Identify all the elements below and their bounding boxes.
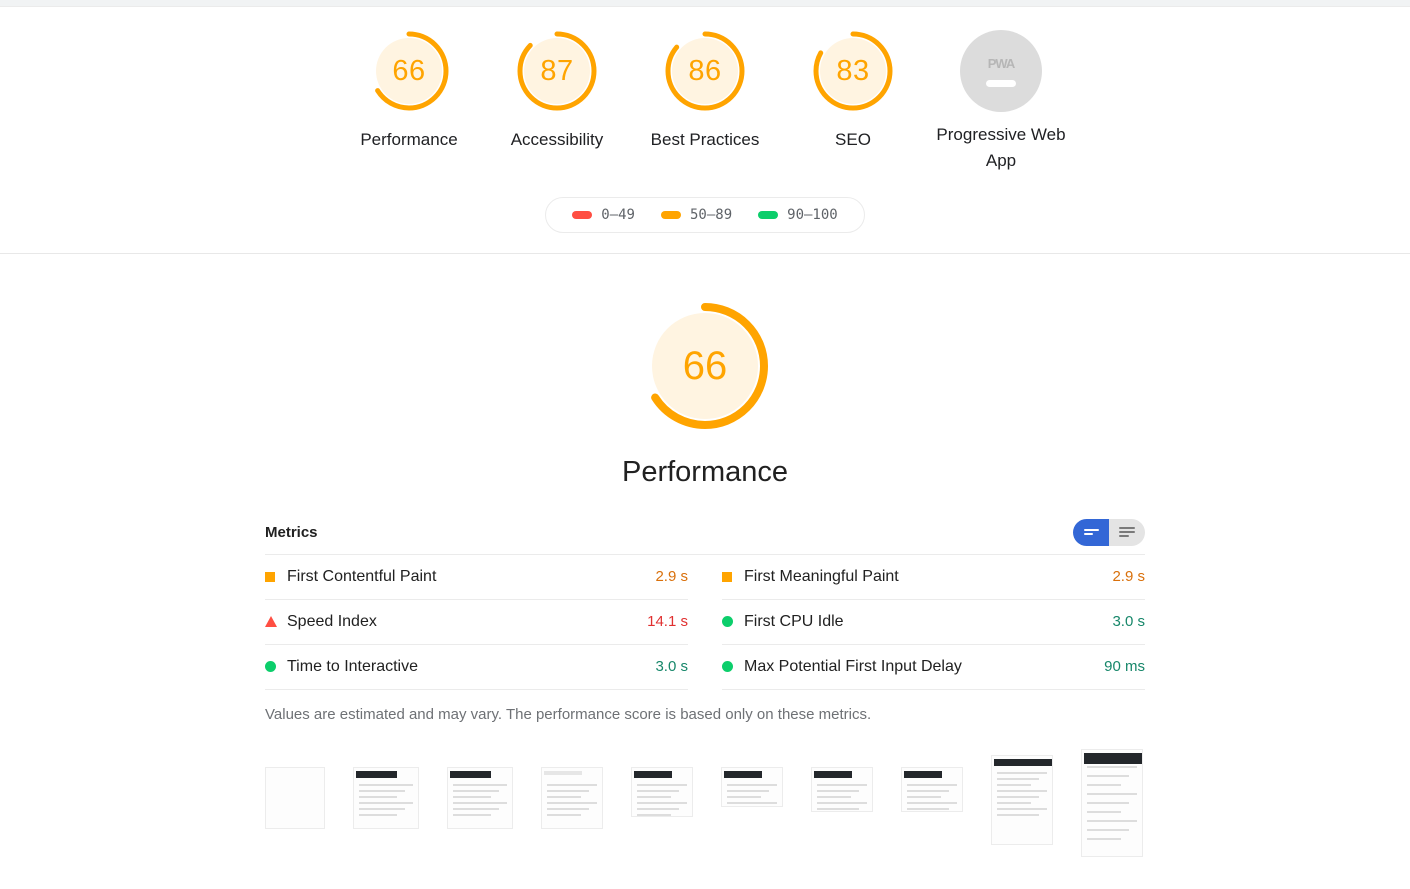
toggle-detail-view-button[interactable] — [1109, 518, 1145, 546]
filmstrip-thumbnail — [991, 754, 1053, 845]
legend-pill-fail-icon — [572, 210, 593, 219]
legend-pill-pass-icon — [758, 210, 779, 219]
category-score-value: 66 — [682, 343, 728, 388]
gauge-seo[interactable]: 83 SEO — [779, 25, 927, 153]
metrics-view-toggle[interactable] — [1073, 518, 1145, 546]
category-gauge-performance: 66 — [631, 292, 779, 440]
filmstrip-thumbnail — [541, 766, 603, 829]
metric-row-first-cpu-idle[interactable]: First CPU Idle 3.0 s — [722, 600, 1145, 645]
toggle-detail-icon — [1119, 525, 1135, 539]
metric-name: First Contentful Paint — [287, 567, 437, 585]
metric-marker-circle-icon — [722, 616, 744, 628]
score-legend: 0–49 50–89 90–100 — [545, 196, 865, 233]
metric-row-first-contentful-paint[interactable]: First Contentful Paint 2.9 s — [265, 555, 688, 600]
legend-item-fail: 0–49 — [572, 207, 635, 223]
metric-value: 3.0 s — [1112, 613, 1145, 631]
gauge-best-practices[interactable]: 86 Best Practices — [631, 25, 779, 153]
metric-name: First CPU Idle — [744, 612, 844, 630]
disclaimer-text: Values are estimated and may vary. The p… — [265, 705, 681, 723]
category-title: Performance — [621, 455, 788, 488]
filmstrip-thumbnail — [1081, 748, 1143, 857]
scores-section: 66 Performance 87 Accessibility 86 Best … — [0, 7, 1410, 254]
metric-name: Time to Interactive — [287, 657, 419, 675]
metric-marker-circle-icon — [722, 661, 744, 673]
performance-category: 66 Performance Metrics First Contentful … — [0, 254, 1410, 889]
disclaimer-suffix: . — [866, 705, 872, 723]
metric-marker-circle-icon — [265, 661, 287, 673]
metric-marker-square-icon — [722, 571, 744, 582]
gauge-label-best-practices: Best Practices — [650, 130, 760, 149]
gauge-ring-best-practices: 86 — [659, 25, 751, 117]
filmstrip-thumbnail — [631, 766, 693, 817]
gauge-ring-seo: 83 — [807, 25, 899, 117]
filmstrip-thumbnail — [811, 766, 873, 812]
toggle-simple-view-button[interactable] — [1073, 518, 1109, 546]
gauge-row: 66 Performance 87 Accessibility 86 Best … — [0, 25, 1410, 175]
metrics-header: Metrics — [265, 518, 1145, 554]
legend-item-average: 50–89 — [660, 206, 733, 223]
metric-marker-triangle-icon — [265, 616, 287, 628]
metric-value: 14.1 s — [647, 613, 688, 631]
metrics-grid: First Contentful Paint 2.9 s First Meani… — [265, 553, 1145, 690]
pwa-badge-label: PWA — [987, 55, 1016, 71]
gauge-ring-performance: 66 — [363, 25, 455, 117]
gauge-label-seo: SEO — [835, 130, 871, 149]
legend-pill-average-icon — [660, 210, 681, 219]
metric-name: Speed Index — [287, 612, 377, 630]
legend-range-pass: 90–100 — [787, 206, 838, 223]
legend-item-pass: 90–100 — [758, 207, 838, 223]
metric-name: Max Potential First Input Delay — [744, 657, 962, 675]
metric-row-speed-index[interactable]: Speed Index 14.1 s — [265, 600, 688, 645]
gauge-performance[interactable]: 66 Performance — [335, 25, 483, 153]
metric-value: 2.9 s — [655, 568, 688, 586]
metric-row-time-to-interactive[interactable]: Time to Interactive 3.0 s — [265, 645, 688, 690]
gauge-label-performance: Performance — [360, 130, 458, 149]
metrics-panel: Metrics First Contentful Paint 2.9 s Fir… — [265, 518, 1145, 889]
metric-marker-square-icon — [265, 571, 287, 582]
pwa-badge-icon: PWA — [960, 30, 1042, 112]
score-legend-wrap: 0–49 50–89 90–100 — [0, 196, 1410, 233]
gauge-score-best-practices: 86 — [688, 54, 722, 87]
metric-row-first-meaningful-paint[interactable]: First Meaningful Paint 2.9 s — [722, 555, 1145, 600]
filmstrip — [265, 748, 1145, 869]
filmstrip-thumbnail — [901, 766, 963, 812]
gauge-pwa[interactable]: PWA Progressive Web App — [927, 25, 1075, 175]
legend-range-fail: 0–49 — [601, 206, 635, 223]
gauge-accessibility[interactable]: 87 Accessibility — [483, 25, 631, 153]
gauge-label-pwa: Progressive Web App — [936, 125, 1066, 171]
toggle-simple-icon — [1083, 527, 1099, 537]
gauge-score-seo: 83 — [836, 54, 870, 87]
metric-value: 2.9 s — [1112, 568, 1145, 586]
gauge-score-performance: 66 — [392, 54, 426, 87]
metric-name: First Meaningful Paint — [744, 567, 899, 585]
filmstrip-thumbnail — [353, 766, 419, 829]
metric-value: 90 ms — [1104, 658, 1145, 676]
gauge-score-accessibility: 87 — [540, 54, 574, 87]
metric-row-max-potential-fid[interactable]: Max Potential First Input Delay 90 ms — [722, 645, 1145, 690]
top-strip — [0, 0, 1410, 7]
category-gauge-wrap: 66 Performance — [0, 292, 1410, 489]
filmstrip-thumbnail — [721, 766, 783, 807]
disclaimer-link[interactable]: based only on these metrics — [680, 706, 867, 723]
metrics-disclaimer: Values are estimated and may vary. The p… — [265, 706, 1145, 723]
gauge-label-accessibility: Accessibility — [510, 130, 604, 149]
metrics-heading: Metrics — [265, 523, 318, 541]
pwa-dash-icon — [986, 79, 1016, 87]
metric-value: 3.0 s — [655, 658, 688, 676]
gauge-ring-accessibility: 87 — [511, 25, 603, 117]
legend-range-average: 50–89 — [689, 206, 733, 223]
filmstrip-thumbnail — [447, 766, 513, 829]
filmstrip-thumbnail — [265, 766, 325, 829]
